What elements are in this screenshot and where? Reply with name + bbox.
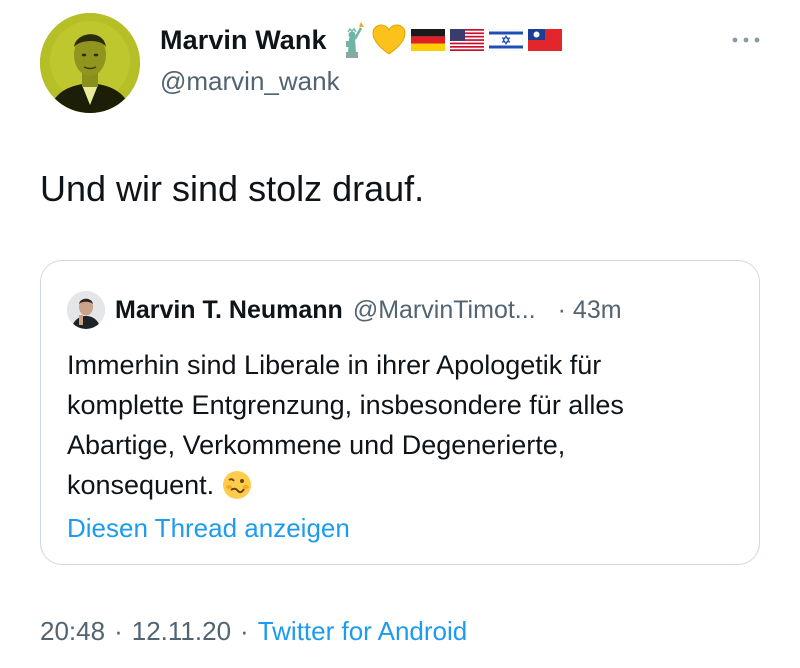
flag-taiwan-icon xyxy=(527,29,562,51)
quoted-text-line: Immerhin sind Liberale in ihrer Apologet… xyxy=(67,350,602,380)
quoted-text-last-line: konsequent. xyxy=(67,465,747,505)
yellow-heart-icon xyxy=(372,24,406,56)
woozy-face-icon xyxy=(222,470,252,500)
more-horizontal-icon xyxy=(732,37,760,43)
tweet-source-link[interactable]: Twitter for Android xyxy=(258,616,468,647)
tweet-time[interactable]: 20:48 xyxy=(40,616,105,647)
quoted-tweet-text: Immerhin sind Liberale in ihrer Apologet… xyxy=(67,345,747,505)
quoted-text-line: konsequent. xyxy=(67,470,215,500)
meta-separator: · xyxy=(240,616,249,646)
tweet: Marvin Wank @marvin_wank Und wir sind st… xyxy=(0,0,800,668)
author-avatar[interactable] xyxy=(40,13,140,113)
quoted-tweet-header: Marvin T. Neumann @MarvinTimot... · 43m xyxy=(67,291,622,329)
flag-germany-icon xyxy=(410,29,445,51)
quoted-author-avatar xyxy=(67,291,105,329)
author-name-emojis xyxy=(337,22,562,58)
author-avatar-image xyxy=(40,13,140,113)
quoted-text-line: Abartige, Verkommene und Degenerierte, xyxy=(67,430,566,460)
author-name-row: Marvin Wank xyxy=(160,22,562,58)
tweet-text: Und wir sind stolz drauf. xyxy=(40,168,425,209)
quoted-tweet-time: · 43m xyxy=(557,295,622,324)
show-thread-link[interactable]: Diesen Thread anzeigen xyxy=(67,513,350,544)
author-display-name[interactable]: Marvin Wank xyxy=(160,25,327,56)
flag-israel-icon xyxy=(488,29,523,51)
statue-of-liberty-icon xyxy=(337,22,367,58)
author-handle[interactable]: @marvin_wank xyxy=(160,66,340,97)
meta-separator: · xyxy=(114,616,123,646)
flag-usa-icon xyxy=(449,29,484,51)
tweet-date[interactable]: 12.11.20 xyxy=(132,616,231,647)
quoted-author-handle: @MarvinTimot... xyxy=(352,295,536,324)
tweet-meta: 20:48 · 12.11.20 · Twitter for Android xyxy=(40,616,467,647)
quoted-text-line: komplette Entgrenzung, insbesondere für … xyxy=(67,390,624,420)
quoted-tweet-card[interactable]: Marvin T. Neumann @MarvinTimot... · 43m … xyxy=(40,260,760,565)
more-options-button[interactable] xyxy=(728,30,764,50)
quoted-author-name: Marvin T. Neumann xyxy=(115,295,343,324)
